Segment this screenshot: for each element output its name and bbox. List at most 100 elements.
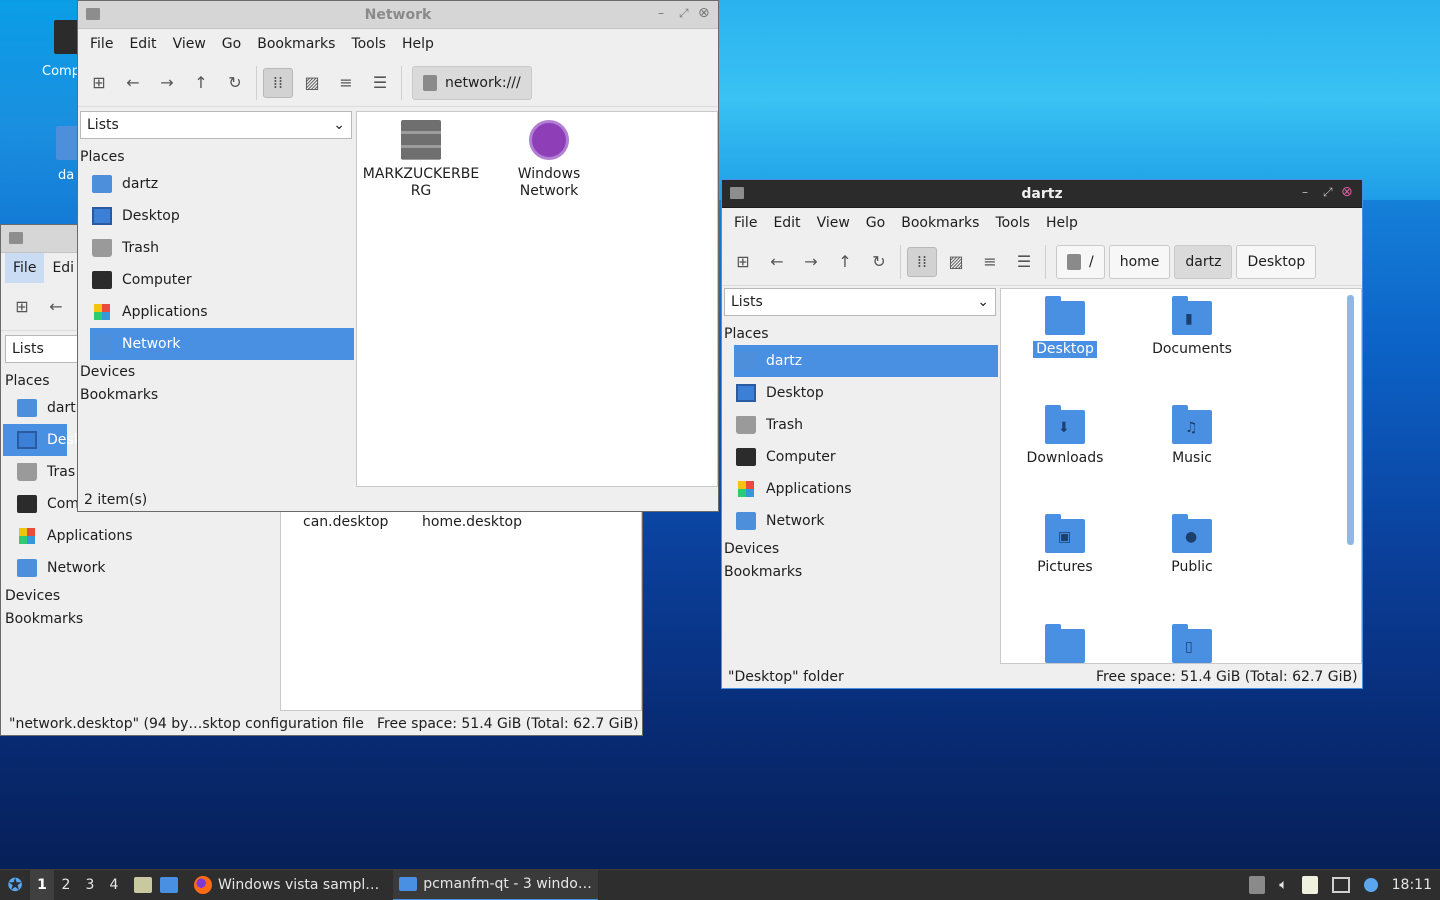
- detailed-list-view-icon[interactable]: ☰: [1009, 247, 1039, 277]
- sidebar-item-home[interactable]: dartz: [78, 168, 354, 200]
- back-arrow-icon[interactable]: ←: [41, 292, 71, 322]
- menu-edit[interactable]: Edit: [765, 215, 808, 231]
- devices-heading[interactable]: Devices: [722, 537, 998, 560]
- detailed-list-view-icon[interactable]: ☰: [365, 68, 395, 98]
- vertical-scrollbar[interactable]: [1347, 295, 1354, 545]
- sidebar-item-desktop[interactable]: Desktop: [78, 200, 354, 232]
- task-file-manager[interactable]: pcmanfm-qt - 3 windo…: [393, 869, 598, 900]
- close-icon[interactable]: ⊗: [1341, 184, 1353, 200]
- sidebar-item-applications[interactable]: Applications: [3, 520, 279, 552]
- network-host-item[interactable]: MARKZUCKERBE RG: [359, 120, 483, 200]
- menu-bookmarks[interactable]: Bookmarks: [249, 36, 343, 52]
- menu-file[interactable]: File: [82, 36, 121, 52]
- task-browser[interactable]: Windows vista sampl…: [188, 870, 385, 900]
- folder-item-documents[interactable]: ▮ Documents: [1130, 296, 1254, 358]
- computer-desktop-label[interactable]: Comp: [42, 64, 80, 79]
- sidebar-item-computer[interactable]: Computer: [722, 441, 998, 473]
- maximize-icon[interactable]: ⤢: [679, 6, 689, 21]
- dartz-window-titlebar[interactable]: dartz – ⤢ ⊗: [722, 180, 1362, 208]
- new-tab-icon[interactable]: ⊞: [84, 68, 114, 98]
- workspace-3[interactable]: 3: [78, 877, 102, 893]
- reload-icon[interactable]: ↻: [864, 247, 894, 277]
- places-combo[interactable]: Lists ⌄: [724, 288, 996, 316]
- dartz-window-file-view[interactable]: Desktop ▮ Documents ⬇ Downloads ♫ Music …: [1000, 288, 1362, 664]
- path-crumb-network[interactable]: network:///: [412, 65, 532, 100]
- workspace-4[interactable]: 4: [102, 877, 126, 893]
- close-icon[interactable]: ⊗: [698, 5, 710, 21]
- forward-arrow-icon[interactable]: →: [152, 68, 182, 98]
- sidebar-item-home[interactable]: dartz: [734, 345, 998, 377]
- thumbnail-view-icon[interactable]: ▨: [297, 68, 327, 98]
- dartz-file-manager-window[interactable]: dartz – ⤢ ⊗ File Edit View Go Bookmarks …: [721, 179, 1363, 689]
- network-file-manager-window[interactable]: Network – ⤢ ⊗ File Edit View Go Bookmark…: [77, 0, 719, 512]
- places-combo[interactable]: Lists ⌄: [80, 111, 352, 139]
- eject-icon[interactable]: [1249, 876, 1266, 894]
- maximize-icon[interactable]: ⤢: [1323, 185, 1333, 200]
- file-item[interactable]: can.desktop: [303, 514, 388, 530]
- path-crumb-desktop[interactable]: Desktop: [1236, 244, 1317, 279]
- sidebar-item-applications[interactable]: Applications: [78, 296, 354, 328]
- update-notifier-icon[interactable]: [1331, 877, 1350, 893]
- folder-item-partial[interactable]: ▯: [1130, 624, 1254, 663]
- bookmarks-heading[interactable]: Bookmarks: [78, 383, 354, 406]
- sidebar-item-trash[interactable]: Trash: [78, 232, 354, 264]
- menu-edit[interactable]: Edit: [121, 36, 164, 52]
- volume-icon[interactable]: 🔈︎: [1279, 877, 1287, 893]
- folder-item-music[interactable]: ♫ Music: [1130, 405, 1254, 467]
- menu-help[interactable]: Help: [1038, 215, 1086, 231]
- path-crumb-home[interactable]: home: [1108, 244, 1171, 279]
- sidebar-item-trash[interactable]: Trash: [722, 409, 998, 441]
- minimize-icon[interactable]: –: [1302, 185, 1308, 199]
- network-window-file-view[interactable]: MARKZUCKERBE RG Windows Network: [356, 111, 718, 487]
- menu-file[interactable]: File: [726, 215, 765, 231]
- sidebar-item-desktop[interactable]: Desk: [3, 424, 82, 456]
- sidebar-item-applications[interactable]: Applications: [722, 473, 998, 505]
- up-arrow-icon[interactable]: ↑: [186, 68, 216, 98]
- menu-tools[interactable]: Tools: [343, 36, 394, 52]
- icon-view-icon[interactable]: ⁞⁞: [907, 246, 937, 277]
- minimize-icon[interactable]: –: [658, 6, 664, 20]
- sidebar-item-network[interactable]: Network: [3, 552, 279, 584]
- menu-help[interactable]: Help: [394, 36, 442, 52]
- menu-go[interactable]: Go: [858, 215, 893, 231]
- places-heading[interactable]: Places: [722, 322, 998, 345]
- folder-item-desktop[interactable]: Desktop: [1003, 296, 1127, 358]
- compact-view-icon[interactable]: ≡: [331, 68, 361, 98]
- network-status-icon[interactable]: [1363, 878, 1378, 892]
- new-tab-icon[interactable]: ⊞: [7, 292, 37, 322]
- compact-view-icon[interactable]: ≡: [975, 247, 1005, 277]
- menu-tools[interactable]: Tools: [987, 215, 1038, 231]
- clock[interactable]: 18:11: [1392, 877, 1432, 893]
- path-crumb-root[interactable]: /: [1056, 244, 1105, 279]
- sidebar-item-desktop[interactable]: Desktop: [722, 377, 998, 409]
- network-window-titlebar[interactable]: Network – ⤢ ⊗: [78, 1, 718, 29]
- back-arrow-icon[interactable]: ←: [762, 247, 792, 277]
- thumbnail-view-icon[interactable]: ▨: [941, 247, 971, 277]
- menu-bookmarks[interactable]: Bookmarks: [893, 215, 987, 231]
- up-arrow-icon[interactable]: ↑: [830, 247, 860, 277]
- workspace-2[interactable]: 2: [54, 877, 78, 893]
- sidebar-item-network[interactable]: Network: [722, 505, 998, 537]
- back-arrow-icon[interactable]: ←: [118, 68, 148, 98]
- icon-view-icon[interactable]: ⁞⁞: [263, 67, 293, 98]
- home-desktop-label[interactable]: da: [58, 168, 74, 183]
- folder-item-public[interactable]: ● Public: [1130, 514, 1254, 576]
- show-desktop-icon[interactable]: [160, 877, 178, 893]
- new-tab-icon[interactable]: ⊞: [728, 247, 758, 277]
- sidebar-item-computer[interactable]: Computer: [78, 264, 354, 296]
- windows-network-item[interactable]: Windows Network: [487, 120, 611, 200]
- menu-go[interactable]: Go: [214, 36, 249, 52]
- devices-heading[interactable]: Devices: [78, 360, 354, 383]
- bookmarks-heading[interactable]: Bookmarks: [722, 560, 998, 583]
- file-item[interactable]: home.desktop: [422, 514, 522, 530]
- folder-item-pictures[interactable]: ▣ Pictures: [1003, 514, 1127, 576]
- devices-heading[interactable]: Devices: [3, 584, 279, 607]
- menu-view[interactable]: View: [165, 36, 214, 52]
- workspace-1[interactable]: 1: [30, 869, 54, 900]
- bookmarks-heading[interactable]: Bookmarks: [3, 607, 279, 630]
- file-manager-launcher-icon[interactable]: [134, 877, 152, 893]
- menu-view[interactable]: View: [809, 215, 858, 231]
- clipboard-icon[interactable]: [1301, 876, 1318, 894]
- folder-item-partial[interactable]: [1003, 624, 1127, 663]
- forward-arrow-icon[interactable]: →: [796, 247, 826, 277]
